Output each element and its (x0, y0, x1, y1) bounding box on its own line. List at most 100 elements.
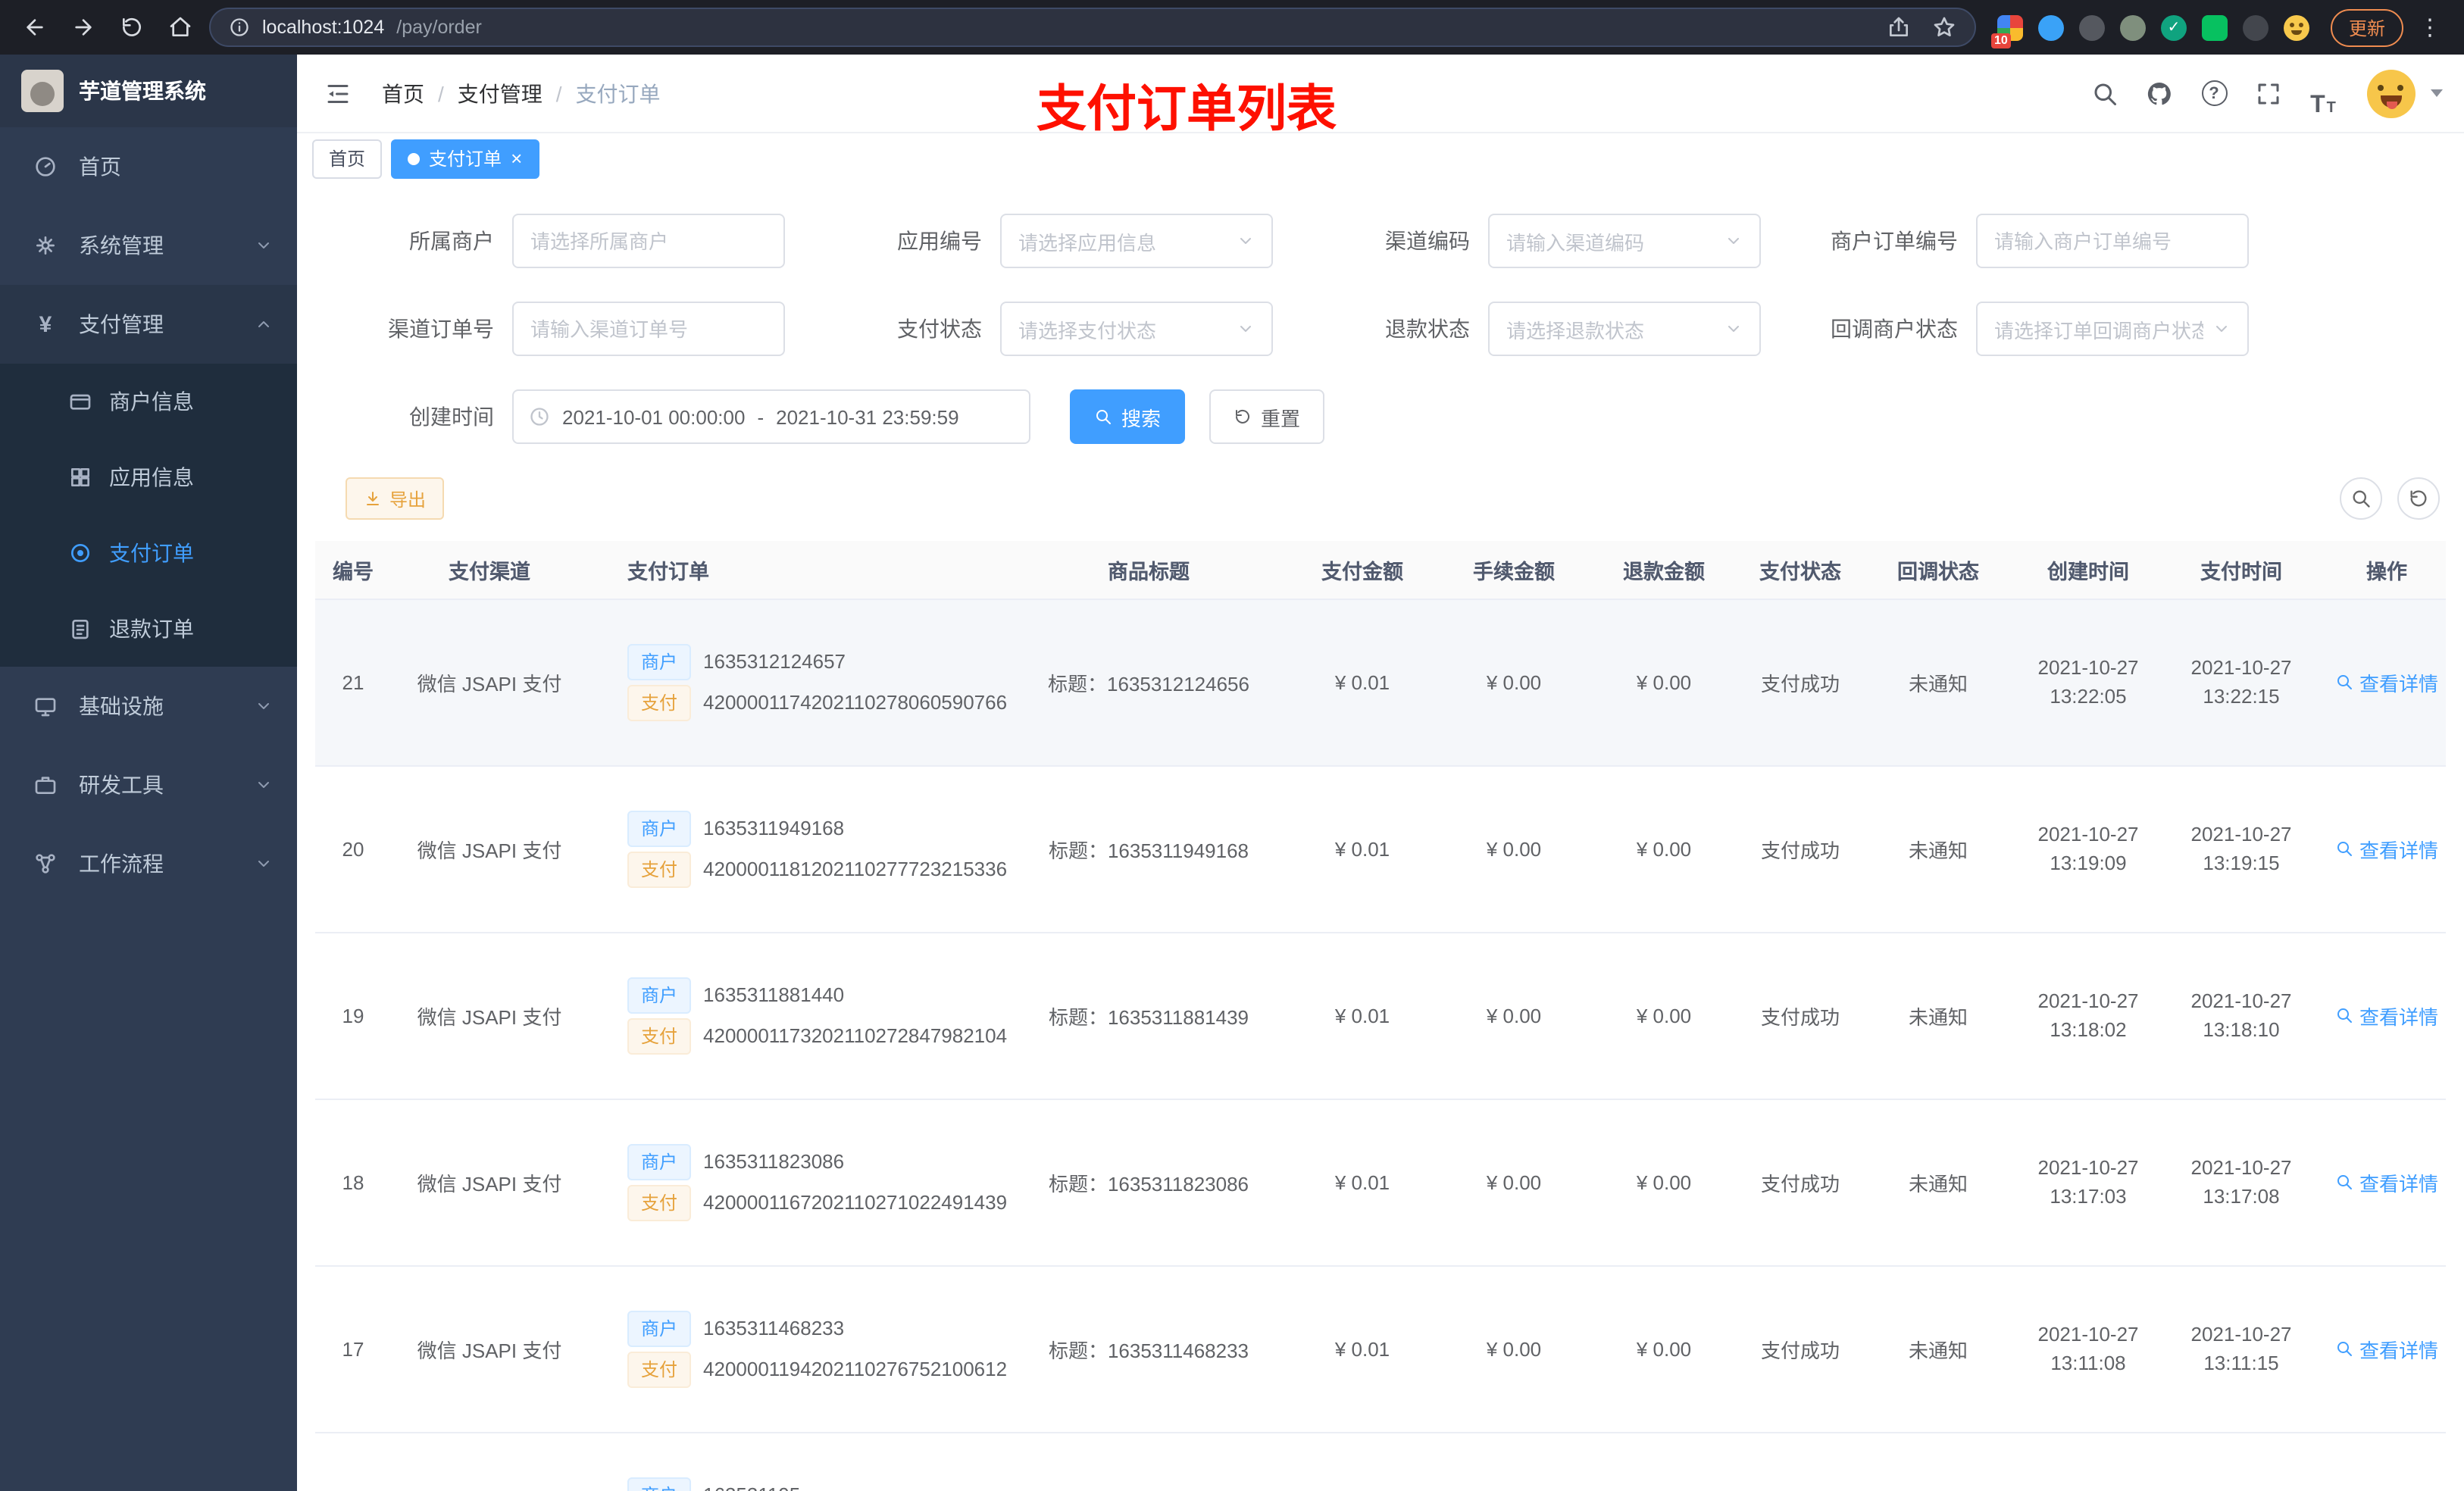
breadcrumb-home[interactable]: 首页 (382, 78, 424, 108)
site-info-icon[interactable] (229, 17, 250, 38)
cell-order: 商户 1635311881440 支付 4200001173202110272847… (588, 932, 1018, 1099)
extension-olive-icon[interactable] (2119, 14, 2146, 40)
date-range-picker[interactable]: 2021-10-01 00:00:00 - 2021-10-31 23:59:5… (512, 389, 1030, 444)
merchant-input[interactable] (512, 214, 785, 268)
breadcrumb-payment[interactable]: 支付管理 (458, 78, 543, 108)
refresh-button[interactable] (2397, 477, 2440, 520)
notify-status-select[interactable]: 请选择订单回调商户状态 (1976, 302, 2249, 356)
export-button[interactable]: 导出 (346, 477, 445, 520)
search-icon[interactable] (2082, 69, 2128, 117)
cell-actions: 查看详情 (2328, 765, 2446, 933)
cell-fee: ¥ 0.00 (1446, 765, 1582, 933)
extensions-icon[interactable]: 10 (1990, 14, 2023, 48)
extension-blue-icon[interactable] (2037, 14, 2064, 40)
channel-order-no-input[interactable] (512, 302, 785, 356)
reset-button[interactable]: 重置 (1209, 389, 1325, 444)
help-icon[interactable]: ? (2191, 69, 2237, 117)
sidebar-item-label: 首页 (79, 155, 121, 179)
view-detail-link[interactable]: 查看详情 (2335, 667, 2438, 696)
tab-pay-order[interactable]: 支付订单 × (391, 139, 539, 178)
sidebar-item-infrastructure[interactable]: 基础设施 (0, 667, 297, 746)
cell-id: 19 (315, 932, 391, 1099)
chevron-down-icon (1237, 232, 1255, 250)
collapse-sidebar-icon[interactable] (318, 80, 358, 107)
cell-order: 商户 1635311823086 支付 4200001167202110271022… (588, 1099, 1018, 1266)
toggle-search-button[interactable] (2340, 477, 2382, 520)
table-row-partial: 商户163531195 (315, 1432, 2446, 1491)
pay-tag: 支付 (627, 1351, 692, 1387)
fullscreen-icon[interactable] (2246, 69, 2291, 117)
cell-notify: 未通知 (1855, 599, 2022, 766)
view-detail-link[interactable]: 查看详情 (2335, 1001, 2438, 1030)
extension-chat-icon[interactable] (2201, 14, 2228, 40)
annotation-title: 支付订单列表 (1037, 80, 1337, 136)
chevron-down-icon (255, 776, 273, 794)
view-detail-link[interactable]: 查看详情 (2335, 1167, 2438, 1196)
cell-channel: 微信 JSAPI 支付 (391, 765, 588, 933)
bookmark-star-icon[interactable] (1932, 15, 1956, 39)
sidebar-header: 芋道管理系统 (0, 55, 297, 127)
sidebar-item-label: 退款订单 (109, 617, 194, 641)
cell-actions: 查看详情 (2328, 599, 2446, 766)
search-button[interactable]: 搜索 (1070, 389, 1186, 444)
pay-tag: 支付 (627, 1017, 692, 1054)
cell-amount: ¥ 0.01 (1279, 765, 1446, 933)
screen: localhost:1024/pay/order 10 更新 ⋮ 芋道管理系统 (0, 0, 2464, 1491)
view-detail-link[interactable]: 查看详情 (2335, 834, 2438, 863)
cell-refund: ¥ 0.00 (1582, 932, 1746, 1099)
col-title: 商品标题 (1018, 541, 1279, 599)
cell-channel: 微信 JSAPI 支付 (391, 1265, 588, 1433)
avatar[interactable] (2367, 69, 2416, 117)
chevron-down-icon (255, 855, 273, 873)
browser-toolbar: localhost:1024/pay/order 10 更新 ⋮ (0, 0, 2464, 55)
close-icon[interactable]: × (511, 148, 522, 168)
merchant-tag: 商户 (627, 977, 692, 1013)
yen-icon: ¥ (39, 311, 52, 337)
extension-check-icon[interactable] (2160, 14, 2187, 40)
cell-status: 支付成功 (1746, 765, 1855, 933)
share-icon[interactable] (1887, 15, 1911, 39)
sidebar-item-pay-order[interactable]: 支付订单 (0, 515, 297, 591)
back-icon[interactable] (15, 8, 55, 47)
extension-gray-icon[interactable] (2078, 14, 2105, 40)
merchant-order-no-input[interactable] (1976, 214, 2249, 268)
user-menu-caret-icon[interactable] (2431, 89, 2443, 97)
cell-refund: ¥ 0.00 (1582, 765, 1746, 933)
sidebar-item-label: 支付订单 (109, 541, 194, 565)
font-size-icon[interactable]: TT (2300, 69, 2346, 117)
sidebar-item-label: 研发工具 (79, 773, 164, 797)
reload-icon[interactable] (112, 8, 152, 47)
view-detail-link[interactable]: 查看详情 (2335, 1334, 2438, 1363)
sidebar-item-merchant-info[interactable]: 商户信息 (0, 364, 297, 439)
browser-update-button[interactable]: 更新 (2330, 8, 2403, 46)
github-icon[interactable] (2137, 69, 2182, 117)
tab-home[interactable]: 首页 (312, 139, 383, 178)
extension-face-icon[interactable] (2283, 14, 2309, 40)
channel-code-select[interactable]: 请输入渠道编码 (1488, 214, 1761, 268)
table-toolbar: 导出 (315, 477, 2446, 520)
cell-refund: ¥ 0.00 (1582, 1265, 1746, 1433)
active-tab-dot (408, 152, 421, 164)
sidebar-item-system[interactable]: 系统管理 (0, 206, 297, 285)
extension-dark-icon[interactable] (2242, 14, 2269, 40)
pay-status-select[interactable]: 请选择支付状态 (1000, 302, 1273, 356)
col-notify: 回调状态 (1855, 541, 2022, 599)
sidebar-item-refund-order[interactable]: 退款订单 (0, 591, 297, 667)
sidebar-item-workflow[interactable]: 工作流程 (0, 824, 297, 903)
cell-channel: 微信 JSAPI 支付 (391, 599, 588, 766)
breadcrumb-separator: / (438, 81, 444, 105)
cell-create-time: 2021-10-27 13:17:03 (2022, 1099, 2155, 1266)
sidebar-item-app-info[interactable]: 应用信息 (0, 439, 297, 515)
forward-icon[interactable] (64, 8, 103, 47)
chevron-down-icon (255, 697, 273, 715)
col-create-time: 创建时间 (2022, 541, 2155, 599)
sidebar-item-dev-tools[interactable]: 研发工具 (0, 746, 297, 824)
date-separator: - (757, 405, 765, 428)
url-bar[interactable]: localhost:1024/pay/order (209, 8, 1976, 47)
home-icon[interactable] (161, 8, 200, 47)
sidebar-item-payment[interactable]: ¥ 支付管理 (0, 285, 297, 364)
refund-status-select[interactable]: 请选择退款状态 (1488, 302, 1761, 356)
browser-menu-icon[interactable]: ⋮ (2412, 14, 2449, 41)
app-id-select[interactable]: 请选择应用信息 (1000, 214, 1273, 268)
sidebar-item-home[interactable]: 首页 (0, 127, 297, 206)
